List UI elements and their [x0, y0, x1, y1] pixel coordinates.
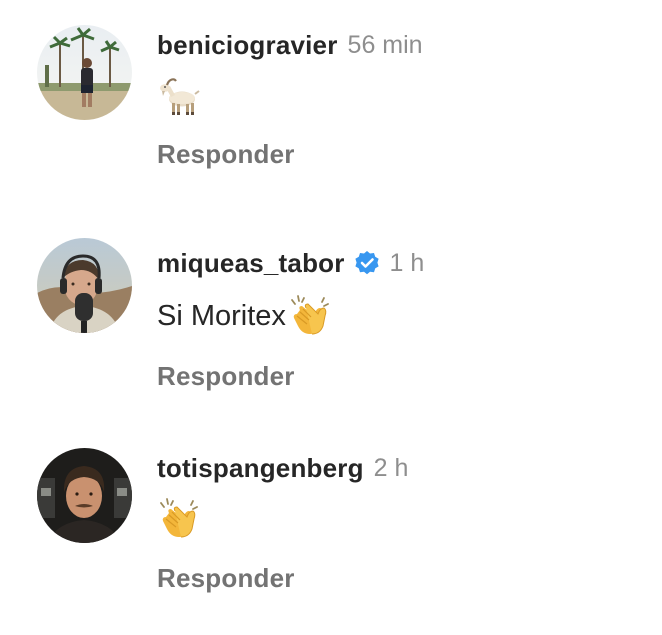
comment-item: beniciogravier 56 min Responder	[0, 0, 662, 200]
comment-item: totispangenberg 2 h Responder	[0, 420, 662, 635]
clapping-hands-icon	[157, 497, 201, 541]
comment-text	[157, 496, 201, 542]
goat-emoji-icon	[157, 75, 201, 119]
avatar[interactable]	[37, 25, 132, 120]
comment-text: Si Moritex	[157, 293, 332, 339]
comment-timestamp: 2 h	[373, 453, 409, 482]
verified-badge-icon	[354, 250, 380, 276]
username[interactable]: miqueas_tabor	[157, 248, 345, 279]
comment-text-content: Si Moritex	[157, 299, 286, 332]
username[interactable]: totispangenberg	[157, 453, 364, 484]
reply-button[interactable]: Responder	[157, 563, 295, 594]
username[interactable]: beniciogravier	[157, 30, 338, 61]
avatar[interactable]	[37, 238, 132, 333]
comment-text	[157, 74, 201, 120]
clapping-hands-icon	[288, 294, 332, 338]
reply-button[interactable]: Responder	[157, 361, 295, 392]
comment-timestamp: 56 min	[347, 30, 423, 59]
avatar[interactable]	[37, 448, 132, 543]
comment-timestamp: 1 h	[389, 248, 425, 277]
comment-item: miqueas_tabor 1 h Si Moritex Responder	[0, 210, 662, 420]
reply-button[interactable]: Responder	[157, 139, 295, 170]
